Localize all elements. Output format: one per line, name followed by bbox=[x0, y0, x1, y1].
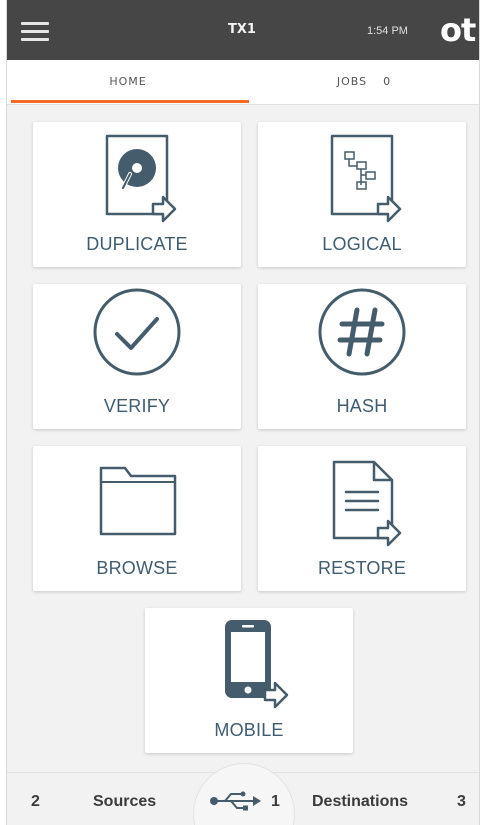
hash-label: HASH bbox=[336, 396, 388, 416]
file-tree-document-icon bbox=[330, 134, 402, 223]
top-bar: TX1 1:54 PM ot bbox=[7, 0, 479, 60]
clock: 1:54 PM bbox=[367, 25, 408, 37]
check-circle-icon bbox=[93, 288, 181, 376]
tab-jobs[interactable]: JOBS 0 bbox=[249, 60, 479, 104]
duplicate-label: DUPLICATE bbox=[86, 234, 188, 254]
text-document-icon bbox=[332, 460, 402, 547]
tab-home[interactable]: HOME bbox=[7, 60, 249, 104]
active-tab-indicator bbox=[11, 100, 249, 103]
jobs-count-badge: 0 bbox=[383, 75, 392, 88]
hamburger-menu-icon[interactable] bbox=[21, 22, 49, 42]
destinations-count: 3 bbox=[457, 793, 466, 810]
browse-label: BROWSE bbox=[96, 558, 178, 578]
tab-home-label: HOME bbox=[109, 75, 147, 88]
mobile-tile[interactable]: MOBILE bbox=[145, 608, 353, 753]
logical-label: LOGICAL bbox=[322, 234, 402, 254]
logical-tile[interactable]: LOGICAL bbox=[258, 122, 466, 267]
device-name: TX1 bbox=[228, 22, 256, 37]
verify-tile[interactable]: VERIFY bbox=[33, 284, 241, 429]
tab-jobs-label: JOBS bbox=[336, 75, 368, 88]
usb-icon bbox=[210, 791, 261, 811]
destinations-label[interactable]: Destinations bbox=[312, 793, 408, 811]
sources-label[interactable]: Sources bbox=[93, 793, 156, 811]
mobile-label: MOBILE bbox=[214, 720, 284, 740]
bottom-status-bar: 2 Sources 1 Destinations 3 bbox=[7, 763, 479, 825]
folder-icon bbox=[99, 466, 177, 536]
browse-tile[interactable]: BROWSE bbox=[33, 446, 241, 591]
verify-label: VERIFY bbox=[103, 396, 171, 416]
hash-circle-icon bbox=[318, 288, 406, 376]
sources-count: 2 bbox=[31, 793, 40, 810]
app-frame: TX1 1:54 PM ot HOME JOBS 0 DUPLICATE LOG… bbox=[6, 0, 480, 825]
tab-bar: HOME JOBS 0 bbox=[7, 60, 479, 105]
hash-tile[interactable]: HASH bbox=[258, 284, 466, 429]
smartphone-icon bbox=[225, 620, 289, 709]
restore-tile[interactable]: RESTORE bbox=[258, 446, 466, 591]
restore-label: RESTORE bbox=[317, 558, 407, 578]
logo: ot bbox=[440, 11, 476, 49]
usb-count: 1 bbox=[271, 793, 280, 810]
hard-drive-document-icon bbox=[105, 134, 177, 223]
duplicate-tile[interactable]: DUPLICATE bbox=[33, 122, 241, 267]
